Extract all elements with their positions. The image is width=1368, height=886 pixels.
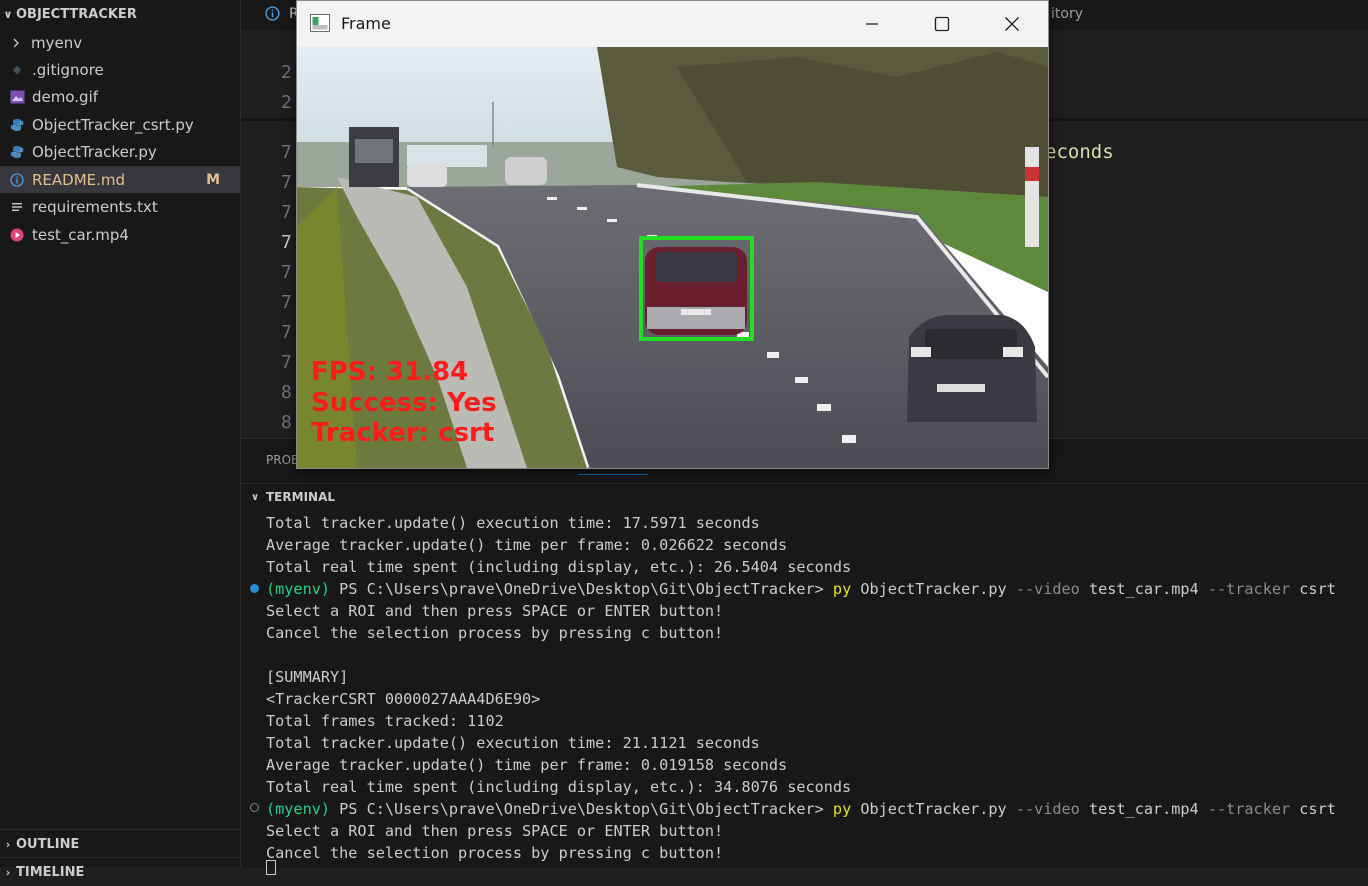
text-lines-icon	[9, 199, 25, 215]
marker-post	[1025, 147, 1039, 247]
terminal-title: TERMINAL	[266, 490, 336, 504]
command-arg: test_car.mp4	[1079, 580, 1208, 598]
terminal-line: [SUMMARY]	[266, 668, 349, 686]
timeline-section-header[interactable]: › TIMELINE	[0, 857, 240, 886]
image-icon	[9, 89, 25, 105]
frame-window-title: Frame	[341, 14, 391, 33]
terminal-cursor	[266, 860, 276, 875]
chevron-down-icon: ∨	[3, 7, 13, 21]
chevron-right-icon: ›	[5, 837, 11, 851]
tree-item-gitignore[interactable]: .gitignore	[0, 56, 240, 83]
command-arg: csrt	[1290, 800, 1336, 818]
command-flag: --tracker	[1207, 580, 1291, 598]
terminal-line: Total tracker.update() execution time: 2…	[266, 734, 760, 752]
frame-window[interactable]: Frame FPS: 31.84 Success: Yes Tracker: c…	[296, 0, 1049, 469]
chevron-right-icon	[8, 35, 24, 51]
terminal-prompt-line: (myenv) PS C:\Users\prave\OneDrive\Deskt…	[266, 798, 1336, 820]
terminal-line: Average tracker.update() time per frame:…	[266, 756, 788, 774]
maximize-button[interactable]	[907, 1, 977, 47]
oncoming-car	[907, 315, 1037, 422]
terminal-line: Average tracker.update() time per frame:…	[266, 536, 788, 554]
prompt-path: PS C:\Users\prave\OneDrive\Desktop\Git\O…	[330, 580, 833, 598]
tree-item-readme-md[interactable]: README.md M	[0, 166, 240, 193]
terminal-line: Cancel the selection process by pressing…	[266, 624, 724, 642]
modified-badge: M	[206, 171, 220, 188]
tab-info-icon	[265, 6, 280, 25]
distant-car	[407, 165, 447, 187]
tracker-overlay-text: Tracker: csrt	[311, 418, 494, 448]
tree-item-requirements-txt[interactable]: requirements.txt	[0, 193, 240, 220]
command-running-decoration[interactable]	[250, 803, 259, 812]
tree-item-label: demo.gif	[32, 87, 99, 106]
python-icon	[9, 144, 25, 160]
terminal-line: Total real time spent (including display…	[266, 558, 852, 576]
git-diamond-icon	[9, 62, 25, 78]
terminal-line: Select a ROI and then press SPACE or ENT…	[266, 822, 724, 840]
command-flag: --video	[1015, 800, 1080, 818]
tree-item-label: test_car.mp4	[32, 225, 129, 244]
tree-item-demo-gif[interactable]: demo.gif	[0, 83, 240, 110]
terminal-line: Cancel the selection process by pressing…	[266, 844, 724, 862]
explorer-sidebar: ∨ OBJECTTRACKER myenv .gitignore demo.gi…	[0, 0, 241, 880]
close-icon	[1005, 17, 1019, 31]
command-flag: --video	[1015, 580, 1080, 598]
distant-building	[407, 145, 487, 167]
terminal-line: Select a ROI and then press SPACE or ENT…	[266, 602, 724, 620]
command-script: ObjectTracker.py	[851, 580, 1016, 598]
info-icon	[9, 172, 25, 188]
venv-label: (myenv)	[266, 800, 331, 818]
command-flag: --tracker	[1207, 800, 1291, 818]
prompt-path: PS C:\Users\prave\OneDrive\Desktop\Git\O…	[330, 800, 833, 818]
tree-item-myenv[interactable]: myenv	[0, 29, 240, 56]
panel-active-tab-indicator	[578, 474, 648, 475]
command-success-decoration[interactable]	[250, 584, 259, 593]
code-text-fragment[interactable]: econds	[1045, 141, 1114, 163]
command-arg: test_car.mp4	[1079, 800, 1208, 818]
explorer-section-header[interactable]: ∨ OBJECTTRACKER	[0, 0, 240, 28]
window-app-icon	[310, 14, 330, 36]
terminal-line: Total frames tracked: 1102	[266, 712, 504, 730]
outline-section-header[interactable]: › OUTLINE	[0, 829, 240, 858]
python-icon	[9, 117, 25, 133]
command-script: ObjectTracker.py	[851, 800, 1016, 818]
terminal-section-header[interactable]: ∨ TERMINAL	[241, 483, 1368, 510]
close-button[interactable]	[977, 1, 1047, 47]
tracked-car	[645, 247, 747, 335]
success-overlay-text: Success: Yes	[311, 388, 497, 418]
terminal-line: Total real time spent (including display…	[266, 778, 852, 796]
chevron-right-icon: ›	[5, 865, 11, 879]
tree-item-label: .gitignore	[32, 60, 104, 79]
venv-label: (myenv)	[266, 580, 331, 598]
tree-item-objecttracker-csrt-py[interactable]: ObjectTracker_csrt.py	[0, 111, 240, 138]
command-name: py	[832, 580, 852, 598]
workspace-title: OBJECTTRACKER	[16, 6, 137, 22]
tree-item-objecttracker-py[interactable]: ObjectTracker.py	[0, 138, 240, 165]
tree-item-label: myenv	[31, 33, 83, 52]
terminal-line: <TrackerCSRT 0000027AAA4D6E90>	[266, 690, 541, 708]
distant-car	[505, 157, 547, 185]
outline-title: OUTLINE	[16, 836, 80, 852]
bottom-panel: PROB ∨ TERMINAL Total tracker.update() e…	[241, 438, 1368, 875]
play-icon	[9, 227, 25, 243]
tree-item-label: requirements.txt	[32, 197, 158, 216]
video-frame[interactable]: FPS: 31.84 Success: Yes Tracker: csrt	[297, 47, 1048, 468]
terminal-line: Total tracker.update() execution time: 1…	[266, 514, 760, 532]
editor-tab-label-right[interactable]: itory	[1051, 6, 1083, 22]
minimize-icon	[866, 23, 878, 25]
tree-item-label: ObjectTracker_csrt.py	[32, 115, 194, 134]
maximize-icon	[934, 16, 950, 32]
tree-item-label: README.md	[32, 170, 126, 189]
minimize-button[interactable]	[837, 1, 907, 47]
terminal-prompt-line: (myenv) PS C:\Users\prave\OneDrive\Deskt…	[266, 578, 1336, 600]
frame-title-bar[interactable]: Frame	[297, 1, 1048, 47]
command-arg: csrt	[1290, 580, 1336, 598]
command-name: py	[832, 800, 852, 818]
tab-problems[interactable]: PROB	[266, 453, 299, 467]
tree-item-label: ObjectTracker.py	[32, 142, 157, 161]
tree-item-test-car-mp4[interactable]: test_car.mp4	[0, 221, 240, 248]
chevron-down-icon: ∨	[250, 491, 260, 503]
fps-overlay-text: FPS: 31.84	[311, 357, 468, 387]
